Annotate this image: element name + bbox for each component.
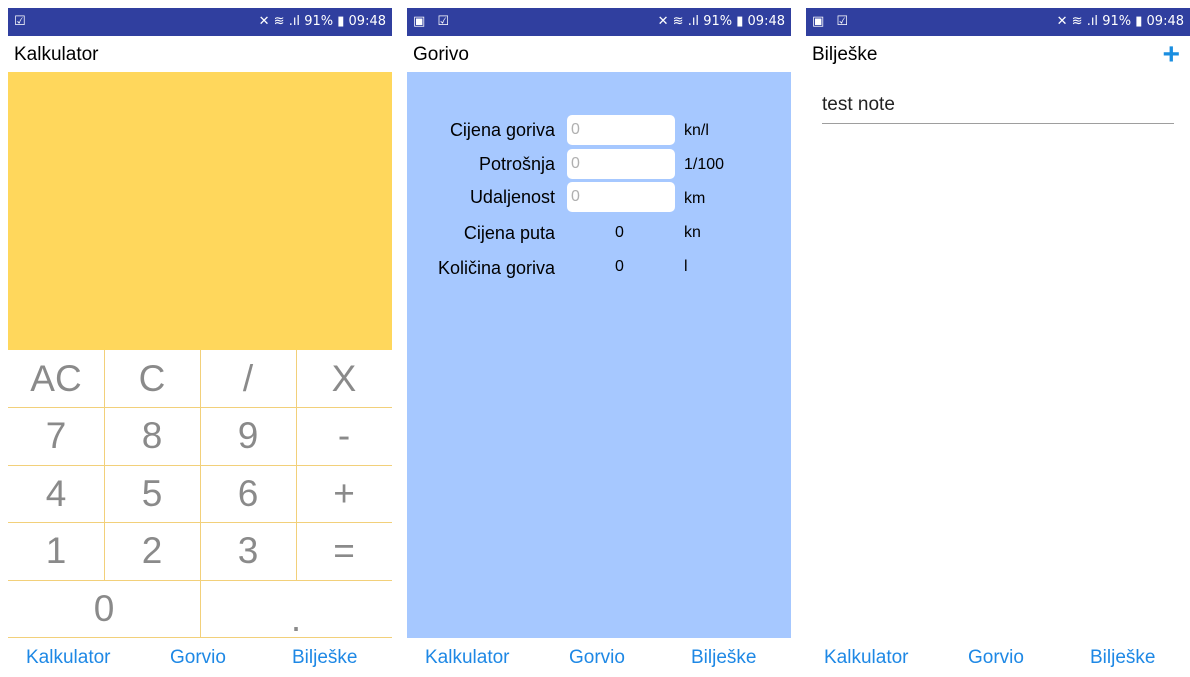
digit-6-button[interactable]: 6 — [200, 465, 296, 522]
calculator-screen: ☑ ✕ ≋ .ıl 91% ▮ 09:48 Kalkulator AC C / … — [8, 8, 392, 677]
notification-icons: ▣ ☑ — [413, 14, 454, 29]
clock: 09:48 — [747, 14, 785, 29]
clock: 09:48 — [1146, 14, 1184, 29]
digit-5-button[interactable]: 5 — [104, 465, 200, 522]
battery-level: 91% — [304, 14, 334, 29]
app-bar: Kalkulator — [8, 36, 392, 72]
bottom-nav: Kalkulator Gorvio Bilješke — [407, 638, 791, 677]
consumption-unit: 1/100 — [684, 156, 725, 173]
signal-icons: ✕ ≋ .ıl — [258, 14, 301, 29]
digit-4-button[interactable]: 4 — [8, 465, 104, 522]
fuel-price-input[interactable] — [567, 115, 675, 145]
bottom-nav: Kalkulator Gorvio Bilješke — [8, 638, 392, 677]
distance-unit: km — [684, 190, 706, 207]
multiply-button[interactable]: X — [296, 350, 392, 407]
nav-gorivo[interactable]: Gorvio — [569, 647, 625, 669]
fuel-price-label: Cijena goriva — [449, 120, 555, 140]
nav-kalkulator[interactable]: Kalkulator — [26, 647, 111, 669]
fuel-amount-unit: l — [684, 258, 688, 275]
page-title: Bilješke — [812, 44, 878, 65]
divide-button[interactable]: / — [200, 350, 296, 407]
minus-button[interactable]: - — [296, 407, 392, 465]
distance-input[interactable] — [567, 182, 675, 212]
status-right: ✕ ≋ .ıl 91% ▮ 09:48 — [1057, 14, 1184, 29]
distance-label: Udaljenost — [469, 187, 555, 207]
nav-biljeske[interactable]: Bilješke — [292, 647, 357, 669]
notes-screen: ▣ ☑ ✕ ≋ .ıl 91% ▮ 09:48 Bilješke + test … — [806, 8, 1190, 677]
keypad: AC C / X 7 8 9 - 4 5 6 + 1 2 3 = 0 . — [8, 350, 392, 639]
battery-icon: ▮ — [736, 14, 744, 29]
notification-icons: ☑ — [14, 14, 30, 29]
battery-icon: ▮ — [1135, 14, 1143, 29]
consumption-label: Potrošnja — [478, 154, 555, 174]
add-note-icon[interactable]: + — [1162, 38, 1180, 72]
nav-biljeske[interactable]: Bilješke — [1090, 647, 1155, 669]
digit-8-button[interactable]: 8 — [104, 407, 200, 465]
app-bar: Gorivo — [407, 36, 791, 72]
trip-cost-value: 0 — [615, 224, 624, 241]
equals-button[interactable]: = — [296, 522, 392, 580]
status-right: ✕ ≋ .ıl 91% ▮ 09:48 — [259, 14, 386, 29]
nav-gorivo[interactable]: Gorvio — [170, 647, 226, 669]
fuel-form: Cijena goriva kn/l Potrošnja 1/100 Udalj… — [407, 72, 791, 638]
notification-icons: ▣ ☑ — [812, 14, 853, 29]
nav-kalkulator[interactable]: Kalkulator — [425, 647, 510, 669]
fuel-amount-label: Količina goriva — [437, 258, 555, 278]
status-bar: ▣ ☑ ✕ ≋ .ıl 91% ▮ 09:48 — [806, 8, 1190, 36]
digit-3-button[interactable]: 3 — [200, 522, 296, 580]
trip-cost-label: Cijena puta — [463, 223, 555, 243]
calculator-display — [8, 72, 392, 350]
digit-9-button[interactable]: 9 — [200, 407, 296, 465]
nav-kalkulator[interactable]: Kalkulator — [824, 647, 909, 669]
status-bar: ▣ ☑ ✕ ≋ .ıl 91% ▮ 09:48 — [407, 8, 791, 36]
note-item[interactable]: test note — [822, 94, 1174, 124]
status-right: ✕ ≋ .ıl 91% ▮ 09:48 — [658, 14, 785, 29]
battery-level: 91% — [703, 14, 733, 29]
trip-cost-unit: kn — [684, 224, 701, 241]
clear-button[interactable]: C — [104, 350, 200, 407]
digit-2-button[interactable]: 2 — [104, 522, 200, 580]
battery-icon: ▮ — [337, 14, 345, 29]
digit-7-button[interactable]: 7 — [8, 407, 104, 465]
nav-biljeske[interactable]: Bilješke — [691, 647, 756, 669]
signal-icons: ✕ ≋ .ıl — [657, 14, 700, 29]
fuel-amount-value: 0 — [615, 258, 624, 275]
status-bar: ☑ ✕ ≋ .ıl 91% ▮ 09:48 — [8, 8, 392, 36]
fuel-screen: ▣ ☑ ✕ ≋ .ıl 91% ▮ 09:48 Gorivo Cijena go… — [407, 8, 791, 677]
page-title: Gorivo — [413, 44, 469, 65]
clock: 09:48 — [348, 14, 386, 29]
consumption-input[interactable] — [567, 149, 675, 179]
digit-1-button[interactable]: 1 — [8, 522, 104, 580]
app-bar: Bilješke + — [806, 36, 1190, 72]
signal-icons: ✕ ≋ .ıl — [1056, 14, 1099, 29]
fuel-price-unit: kn/l — [684, 122, 709, 139]
bottom-nav: Kalkulator Gorvio Bilješke — [806, 638, 1190, 677]
digit-0-button[interactable]: 0 — [8, 580, 200, 637]
page-title: Kalkulator — [14, 44, 99, 65]
decimal-button[interactable]: . — [200, 580, 392, 639]
battery-level: 91% — [1102, 14, 1132, 29]
nav-gorivo[interactable]: Gorvio — [968, 647, 1024, 669]
ac-button[interactable]: AC — [8, 350, 104, 407]
plus-button[interactable]: + — [296, 465, 392, 522]
